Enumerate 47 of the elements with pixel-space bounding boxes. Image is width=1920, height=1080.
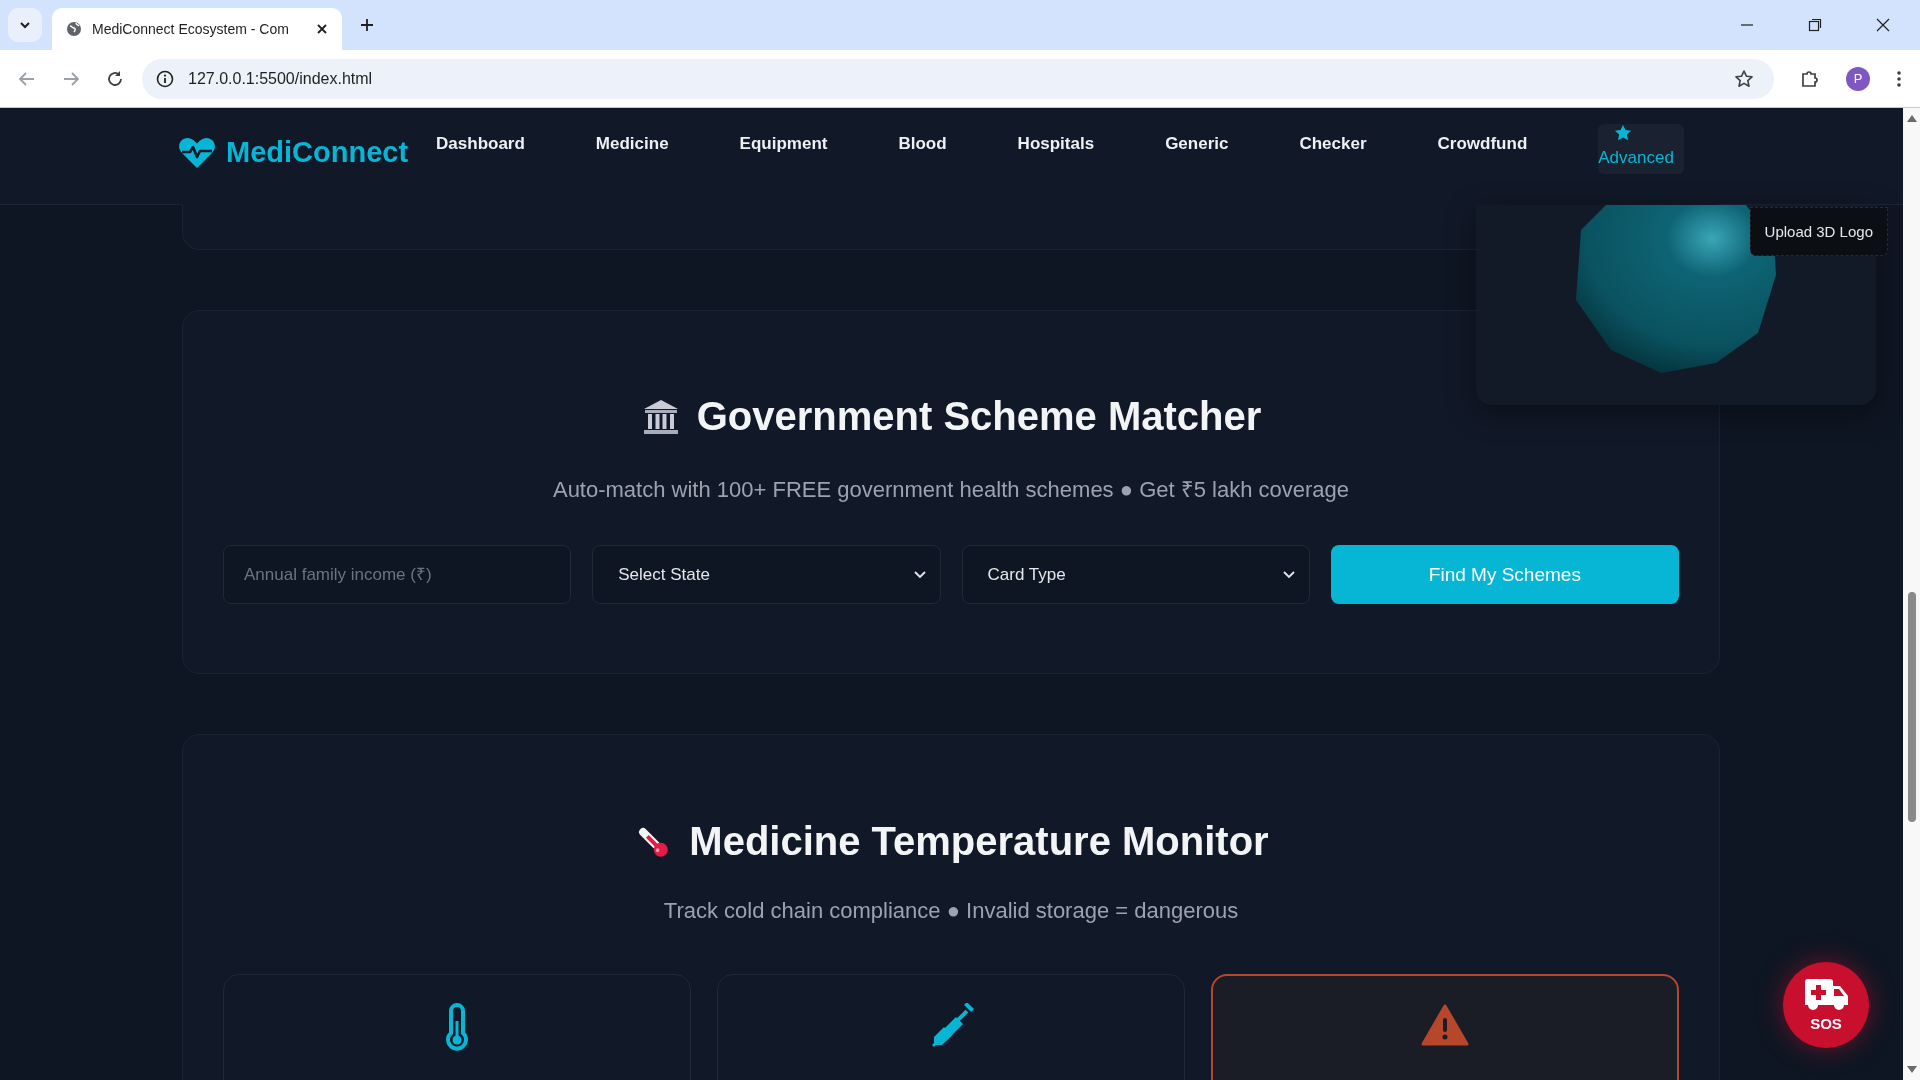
- brand-name: MediConnect: [226, 136, 409, 169]
- reload-icon[interactable]: [106, 69, 124, 88]
- nav-link[interactable]: Advanced: [1598, 124, 1684, 174]
- select-dropdown[interactable]: Card Type: [961, 545, 1310, 604]
- scroll-down-icon[interactable]: [1906, 1066, 1917, 1074]
- warning-icon: [1421, 1004, 1469, 1046]
- tab-list-button[interactable]: [8, 8, 42, 42]
- address-bar[interactable]: 127.0.0.1:5500/index.html: [142, 58, 1774, 99]
- nav-link[interactable]: Dashboard: [436, 126, 525, 174]
- title-text: Medicine Temperature Monitor: [689, 819, 1269, 864]
- back-icon[interactable]: [18, 69, 36, 88]
- select-dropdown[interactable]: Select State: [592, 545, 941, 604]
- tab-title: MediConnect Ecosystem - Com: [92, 21, 290, 37]
- chevron-down-icon: [913, 570, 926, 579]
- new-tab-icon[interactable]: [360, 18, 374, 32]
- scroll-up-icon[interactable]: [1906, 114, 1917, 122]
- nav-link[interactable]: Checker: [1299, 126, 1367, 174]
- star-icon[interactable]: [1734, 68, 1754, 89]
- nav-link[interactable]: Blood: [898, 126, 947, 174]
- income-field[interactable]: Annual family income (₹): [223, 545, 572, 604]
- scrollbar-thumb[interactable]: [1907, 592, 1916, 822]
- puzzle-icon[interactable]: [1800, 68, 1820, 89]
- chevron-down-icon: [1282, 570, 1295, 579]
- sos-button[interactable]: SOS: [1783, 962, 1869, 1048]
- heart-pulse-icon: [178, 136, 216, 169]
- browser-tab[interactable]: MediConnect Ecosystem - Com: [52, 8, 342, 50]
- nav-link[interactable]: Medicine: [595, 126, 669, 174]
- section-subtitle: Auto-match with 100+ FREE government health schemes ● Get ₹5 lakh coverage: [551, 476, 1351, 503]
- close-icon[interactable]: [1876, 18, 1890, 32]
- nav-link[interactable]: Generic: [1165, 126, 1229, 174]
- url-text: 127.0.0.1:5500/index.html: [188, 69, 373, 88]
- more-icon[interactable]: [1896, 69, 1902, 88]
- info-icon[interactable]: [156, 69, 174, 88]
- nav-link[interactable]: Crowdfund: [1437, 126, 1528, 174]
- section-subtitle: Track cold chain compliance ● Invalid storage = dangerous: [662, 898, 1240, 924]
- nav-link[interactable]: Equipment: [739, 126, 828, 174]
- profile-avatar[interactable]: P: [1846, 66, 1870, 91]
- restore-icon[interactable]: [1808, 18, 1822, 32]
- ambulance-icon: [1803, 978, 1849, 1013]
- title-text: Government Scheme Matcher: [696, 394, 1262, 439]
- upload-logo-button[interactable]: Upload 3D Logo: [1749, 207, 1888, 256]
- scrollbar[interactable]: [1903, 108, 1920, 1080]
- star-icon: [1614, 124, 1633, 142]
- globe-icon: [66, 21, 82, 37]
- forward-icon[interactable]: [62, 69, 80, 88]
- close-icon[interactable]: [316, 23, 328, 35]
- nav-link[interactable]: Hospitals: [1017, 126, 1095, 174]
